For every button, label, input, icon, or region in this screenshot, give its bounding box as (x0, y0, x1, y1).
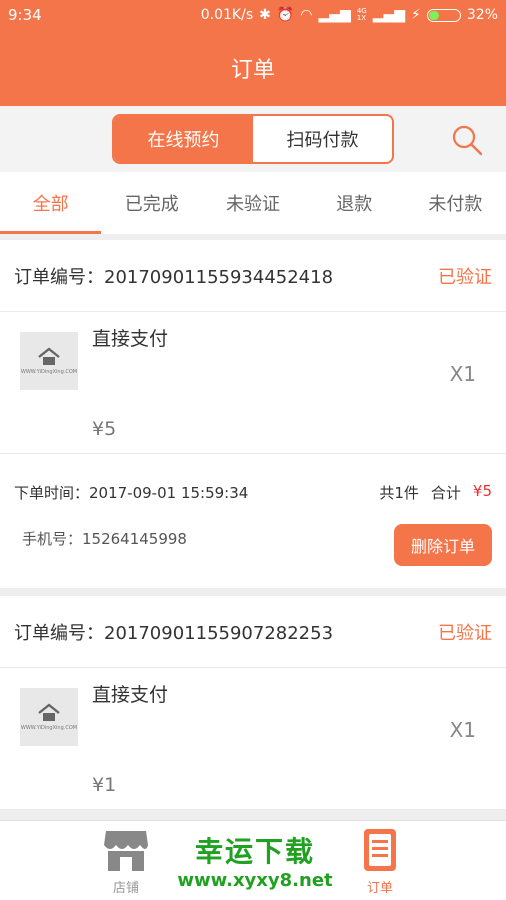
order-status: 已验证 (438, 622, 492, 644)
product-thumbnail: WWW.YiDingXing.COM (20, 332, 78, 390)
phone-number: 手机号：15264145998 (22, 530, 187, 548)
item-quantity: X1 (449, 362, 476, 386)
home-logo-icon (38, 703, 60, 721)
order-number: 订单编号：20170901155907282253 (14, 622, 334, 644)
order-card[interactable]: 订单编号：20170901155907282253 已验证 WWW.YiDing… (0, 596, 506, 810)
order-item[interactable]: WWW.YiDingXing.COM 直接支付 X1 ¥1 (0, 668, 506, 810)
orders-icon (364, 829, 396, 871)
home-logo-icon (38, 347, 60, 365)
status-icons: 0.01K/s ✱ ⏰ ◠ ▂▄▆ 4G 1X ▂▄▆ ⚡ 32% (201, 7, 498, 23)
watermark: 幸运下载 www.xyxy8.net (170, 820, 340, 900)
item-name: 直接支付 (92, 684, 169, 706)
network-type: 4G 1X (356, 7, 367, 22)
watermark-url: www.xyxy8.net (177, 869, 333, 891)
item-price: ¥5 (92, 418, 117, 440)
thumbnail-caption: WWW.YiDingXing.COM (20, 369, 78, 375)
item-quantity: X1 (449, 718, 476, 742)
order-header: 订单编号：20170901155934452418 已验证 (0, 240, 506, 312)
tab-unpaid[interactable]: 未付款 (405, 172, 506, 234)
network-speed: 0.01K/s (200, 7, 254, 23)
status-time: 9:34 (8, 6, 42, 24)
scan-pay-button[interactable]: 扫码付款 (253, 116, 392, 162)
nav-store[interactable]: 店铺 (81, 821, 171, 900)
bluetooth-icon: ✱ (259, 7, 271, 23)
total-label: 合计 (430, 484, 461, 502)
order-footer: 下单时间：2017-09-01 15:59:34 共1件 合计 ¥5 手机号：1… (0, 454, 506, 588)
wifi-icon: ◠ (300, 7, 313, 23)
watermark-title: 幸运下载 (194, 834, 315, 868)
store-icon (104, 831, 148, 871)
item-count: 共1件 (379, 484, 419, 502)
nav-orders[interactable]: 订单 (335, 821, 425, 900)
battery-icon (426, 8, 461, 22)
mode-toggle: 在线预约 扫码付款 (112, 114, 394, 164)
order-card[interactable]: 订单编号：20170901155934452418 已验证 WWW.YiDing… (0, 240, 506, 588)
search-icon[interactable] (450, 123, 484, 157)
tab-completed[interactable]: 已完成 (101, 172, 202, 234)
online-booking-button[interactable]: 在线预约 (114, 116, 253, 162)
nav-store-label: 店铺 (112, 881, 139, 896)
signal-icon: ▂▄▆ (318, 7, 351, 23)
total-price: ¥5 (472, 482, 492, 500)
tab-unverified[interactable]: 未验证 (202, 172, 303, 234)
mode-toggle-bar: 在线预约 扫码付款 (0, 106, 506, 172)
status-bar: 9:34 0.01K/s ✱ ⏰ ◠ ▂▄▆ 4G 1X ▂▄▆ ⚡ 32% (0, 0, 506, 30)
order-header: 订单编号：20170901155907282253 已验证 (0, 596, 506, 668)
signal-icon: ▂▄▆ (372, 7, 406, 23)
thumbnail-caption: WWW.YiDingXing.COM (20, 725, 78, 731)
order-time: 下单时间：2017-09-01 15:59:34 (14, 484, 249, 502)
order-summary: 共1件 合计 ¥5 (379, 482, 492, 503)
delete-order-button[interactable]: 删除订单 (394, 524, 492, 566)
product-thumbnail: WWW.YiDingXing.COM (20, 688, 78, 746)
item-name: 直接支付 (92, 328, 169, 350)
alarm-icon: ⏰ (276, 7, 295, 23)
battery-percent: 32% (466, 7, 498, 23)
header: 订单 (0, 30, 506, 106)
tab-all[interactable]: 全部 (0, 172, 102, 234)
page-title: 订单 (230, 58, 275, 83)
nav-orders-label: 订单 (366, 881, 393, 896)
order-filter-tabs: 全部 已完成 未验证 退款 未付款 (0, 172, 506, 234)
item-price: ¥1 (92, 774, 117, 796)
charging-icon: ⚡ (411, 7, 421, 23)
tab-refund[interactable]: 退款 (304, 172, 405, 234)
order-number: 订单编号：20170901155934452418 (14, 266, 334, 288)
order-status: 已验证 (438, 266, 492, 288)
order-item[interactable]: WWW.YiDingXing.COM 直接支付 X1 ¥5 (0, 312, 506, 454)
